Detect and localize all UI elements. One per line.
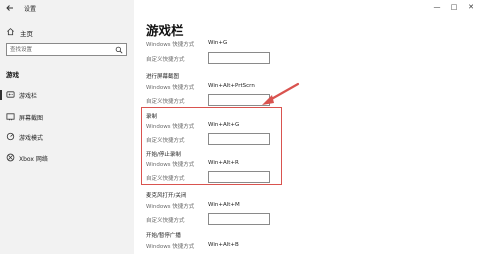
custom-shortcut-label: 自定义快捷方式	[146, 99, 185, 105]
sidebar: 设置 主页 游戏 游戏栏 屏幕截图	[0, 0, 134, 254]
windows-shortcut-value: Win+G	[208, 40, 228, 46]
screenshot-icon	[6, 113, 15, 121]
sidebar-item-screenshot[interactable]: 屏幕截图	[0, 109, 134, 125]
search-input[interactable]	[10, 44, 110, 55]
shortcut-heading: 进行屏幕截图	[146, 74, 180, 80]
back-arrow-icon[interactable]	[5, 3, 15, 13]
custom-shortcut-input[interactable]	[208, 52, 270, 64]
sidebar-item-label: 游戏栏	[19, 93, 38, 100]
windows-shortcut-label: Windows 快捷方式	[146, 244, 195, 250]
search-field[interactable]	[6, 43, 127, 56]
windows-shortcut-value: Win+Alt+M	[208, 202, 240, 208]
sidebar-item-label: 游戏模式	[19, 135, 44, 142]
home-icon	[7, 28, 14, 36]
windows-shortcut-value: Win+Alt+PrtScrn	[208, 83, 255, 89]
close-button[interactable]: ✕	[464, 2, 478, 12]
gamemode-icon	[6, 132, 15, 141]
highlight-box	[141, 107, 282, 185]
minimize-button[interactable]: —	[430, 2, 444, 12]
windows-shortcut-value: Win+Alt+B	[208, 242, 239, 248]
search-icon[interactable]	[115, 46, 123, 54]
windows-shortcut-label: Windows 快捷方式	[146, 204, 195, 210]
maximize-button[interactable]: □	[447, 2, 461, 12]
shortcut-heading: 麦克风打开/关闭	[146, 193, 187, 199]
sidebar-item-gamemode[interactable]: 游戏模式	[0, 129, 134, 145]
app-title: 设置	[24, 6, 37, 13]
home-label: 主页	[20, 30, 33, 38]
title-bar: 设置	[0, 0, 134, 18]
sidebar-item-label: Xbox 网络	[19, 156, 48, 163]
page-title: 游戏栏	[146, 23, 184, 38]
sidebar-item-label: 屏幕截图	[19, 115, 44, 122]
section-label: 游戏	[6, 71, 19, 79]
windows-shortcut-label: Windows 快捷方式	[146, 85, 195, 91]
sidebar-item-home[interactable]: 主页	[6, 26, 126, 38]
xbox-icon	[6, 153, 15, 162]
windows-shortcut-label: Windows 快捷方式	[146, 42, 195, 48]
custom-shortcut-input[interactable]	[208, 94, 270, 106]
custom-shortcut-label: 自定义快捷方式	[146, 57, 185, 63]
shortcut-heading: 开始/暂停广播	[146, 233, 181, 239]
custom-shortcut-input[interactable]	[208, 213, 270, 225]
active-indicator	[0, 90, 2, 100]
sidebar-item-gamebar[interactable]: 游戏栏	[0, 87, 134, 103]
custom-shortcut-label: 自定义快捷方式	[146, 218, 185, 224]
sidebar-item-xbox[interactable]: Xbox 网络	[0, 150, 134, 166]
gamebar-icon	[6, 91, 15, 98]
